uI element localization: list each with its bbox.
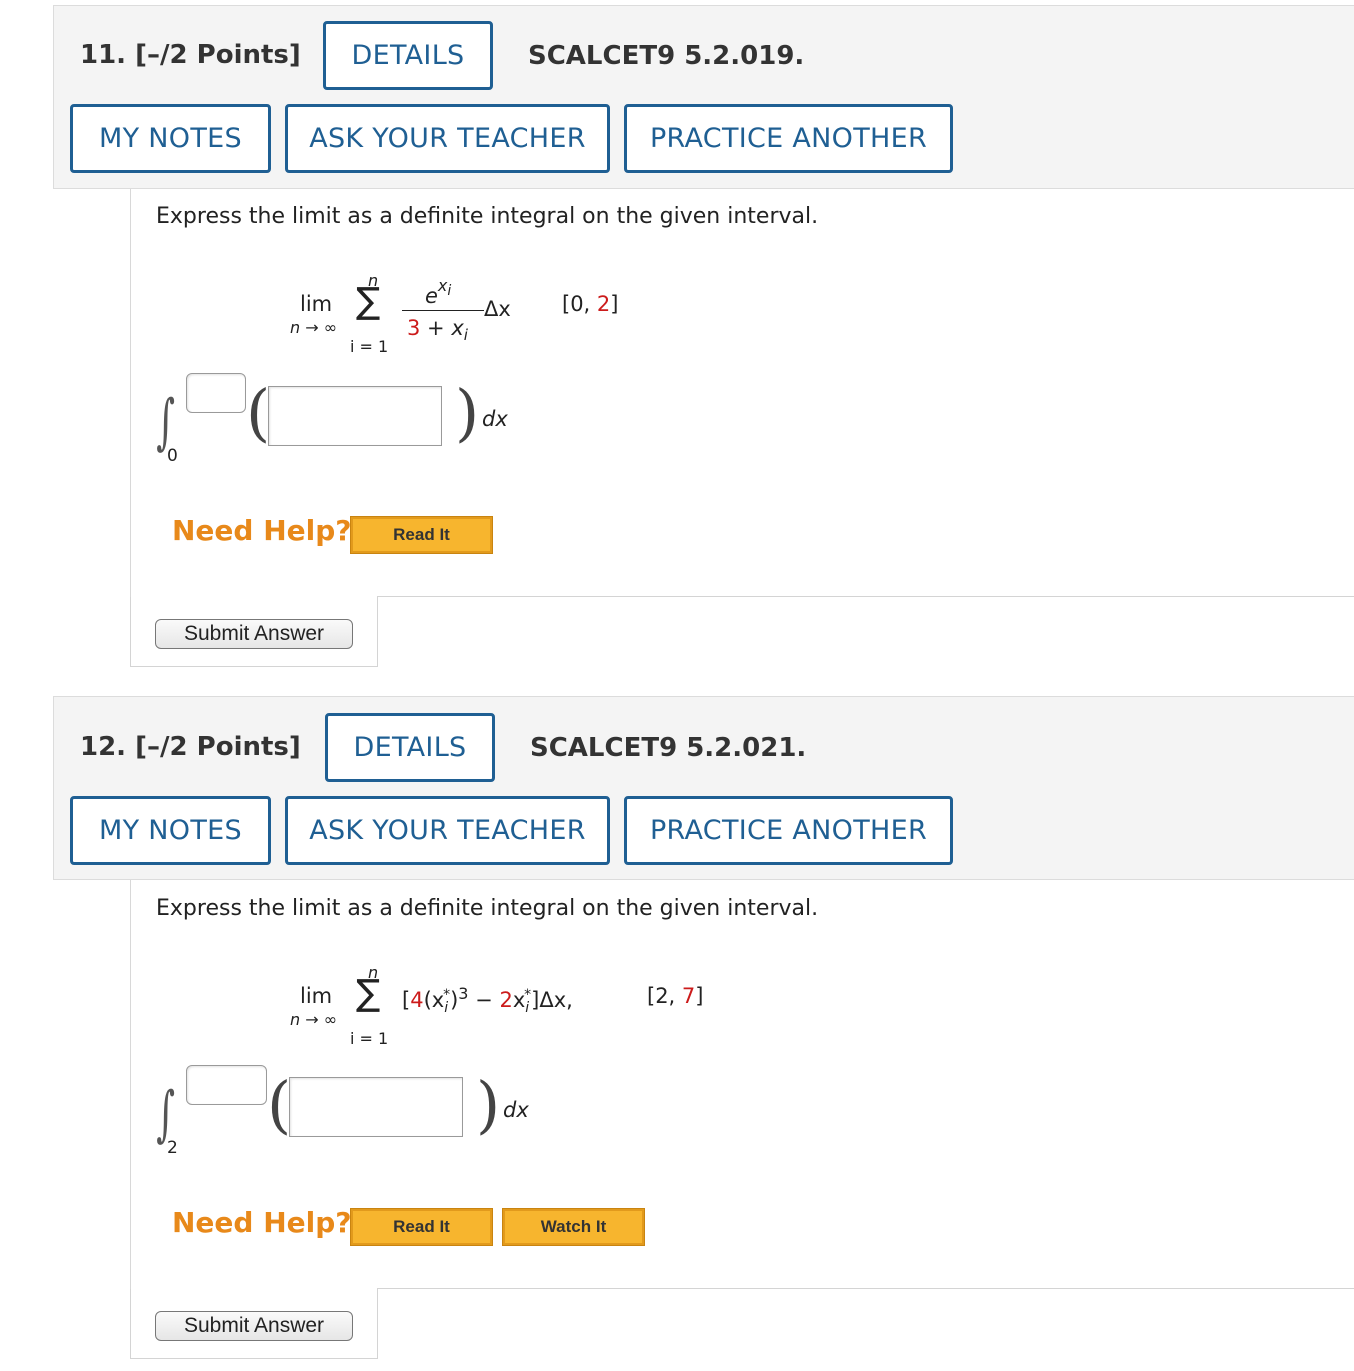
- question-number: 12. [–/2 Points]: [80, 732, 301, 762]
- sigma-icon: ∑: [356, 281, 381, 322]
- read-it-button[interactable]: Read It: [350, 1208, 493, 1246]
- submit-answer-button[interactable]: Submit Answer: [155, 1311, 353, 1341]
- integral-sign-icon: ∫: [156, 1079, 176, 1149]
- watch-it-button[interactable]: Watch It: [502, 1208, 645, 1246]
- read-it-button[interactable]: Read It: [350, 516, 493, 554]
- integral-lower-limit: 0: [167, 446, 178, 466]
- upper-limit-input[interactable]: [186, 373, 246, 413]
- dx-text: dx: [503, 1098, 529, 1122]
- fraction-numerator: exi: [425, 276, 452, 308]
- lim-text: lim: [300, 292, 333, 316]
- delta-x: Δx: [484, 297, 511, 321]
- details-button[interactable]: DETAILS: [323, 21, 493, 90]
- sum-lower: i = 1: [350, 1029, 389, 1048]
- left-paren: (: [267, 1068, 292, 1141]
- integral-sign-icon: ∫: [156, 387, 176, 457]
- ask-teacher-button[interactable]: ASK YOUR TEACHER: [285, 796, 610, 865]
- lim-text: lim: [300, 984, 333, 1008]
- integrand-input[interactable]: [268, 386, 442, 446]
- right-paren: ): [476, 1068, 501, 1141]
- question-code: SCALCET9 5.2.021.: [530, 733, 807, 763]
- left-paren: (: [246, 376, 271, 449]
- submit-answer-button[interactable]: Submit Answer: [155, 619, 353, 649]
- submit-area: Submit Answer: [130, 597, 378, 667]
- integral-lower-limit: 2: [167, 1138, 178, 1158]
- right-paren: ): [455, 376, 480, 449]
- sigma-icon: ∑: [356, 973, 381, 1014]
- question-code: SCALCET9 5.2.019.: [528, 41, 805, 71]
- question-number: 11. [–/2 Points]: [80, 40, 301, 70]
- fraction-bar: [402, 310, 484, 311]
- submit-area: Submit Answer: [130, 1289, 378, 1359]
- ask-teacher-button[interactable]: ASK YOUR TEACHER: [285, 104, 610, 173]
- question-prompt: Express the limit as a definite integral…: [156, 204, 819, 229]
- sum-lower: i = 1: [350, 337, 389, 356]
- dx-text: dx: [482, 407, 508, 431]
- fraction-denominator: 3 + xi: [407, 316, 468, 345]
- my-notes-button[interactable]: MY NOTES: [70, 796, 271, 865]
- need-help-label: Need Help?: [172, 514, 352, 547]
- question-prompt: Express the limit as a definite integral…: [156, 896, 819, 921]
- need-help-label: Need Help?: [172, 1206, 352, 1239]
- lim-subscript: n → ∞: [290, 318, 338, 337]
- integrand-input[interactable]: [289, 1077, 463, 1137]
- details-button[interactable]: DETAILS: [325, 713, 495, 782]
- divider: [377, 1288, 1354, 1289]
- interval: [0, 2]: [562, 292, 619, 316]
- upper-limit-input[interactable]: [186, 1065, 267, 1105]
- divider: [377, 596, 1354, 597]
- lim-subscript: n → ∞: [290, 1010, 338, 1029]
- summand: [4(xi*)3 − 2xi*]Δx,: [402, 984, 573, 1017]
- practice-another-button[interactable]: PRACTICE ANOTHER: [624, 104, 953, 173]
- my-notes-button[interactable]: MY NOTES: [70, 104, 271, 173]
- practice-another-button[interactable]: PRACTICE ANOTHER: [624, 796, 953, 865]
- interval: [2, 7]: [647, 984, 704, 1008]
